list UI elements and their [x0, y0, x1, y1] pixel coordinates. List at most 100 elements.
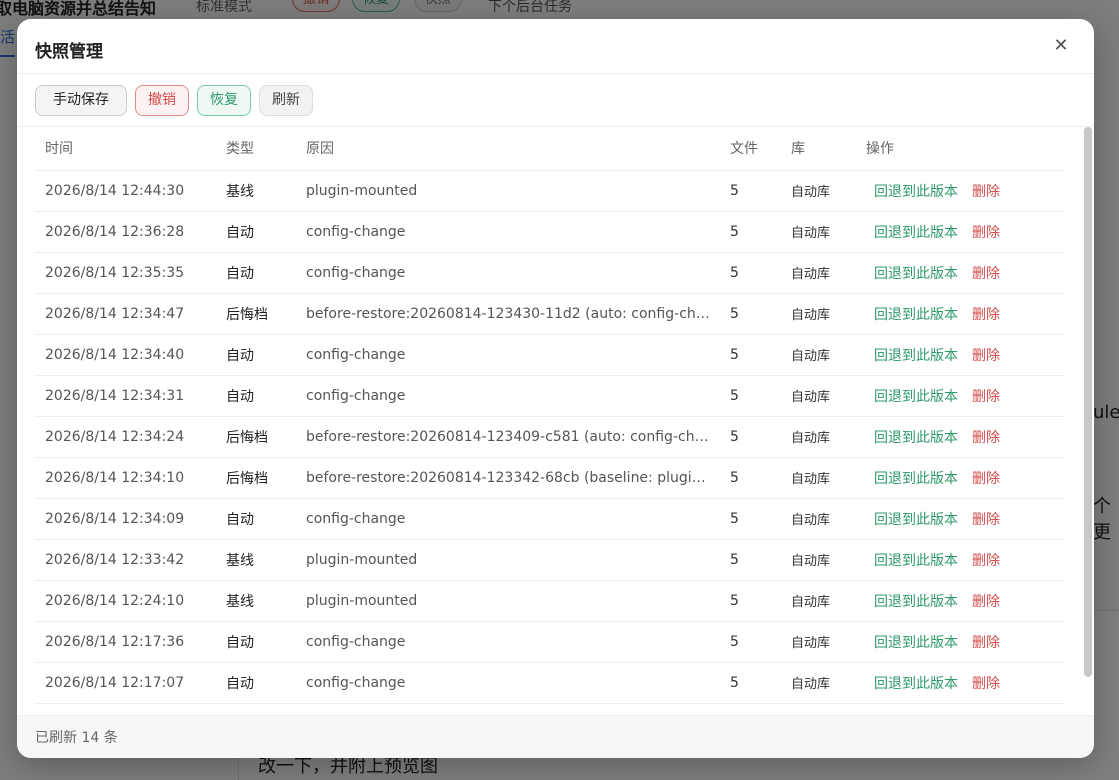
refresh-status: 已刷新 14 条 [35, 730, 118, 746]
cell-repo: 自动库 [781, 375, 856, 417]
cell-files: 5 [720, 252, 781, 294]
cell-files: 5 [720, 170, 781, 212]
restore-version-link[interactable]: 回退到此版本 [874, 389, 958, 405]
close-icon[interactable]: ✕ [1050, 35, 1072, 57]
undo-button[interactable]: 撤销 [135, 85, 189, 116]
cell-repo: 自动库 [781, 662, 856, 704]
delete-link[interactable]: 删除 [972, 512, 1000, 528]
cell-actions: 回退到此版本 删除 [856, 662, 1064, 704]
dialog-toolbar: 手动保存 撤销 恢复 刷新 [17, 74, 1094, 127]
restore-version-link[interactable]: 回退到此版本 [874, 471, 958, 487]
table-row: 2026/8/14 12:17:07 自动 config-change 5 自动库 回退到… [35, 662, 1064, 704]
snapshot-table: 时间 类型 原因 文件 库 操作 2026/8/14 12:44:30 基线 plu… [35, 127, 1064, 704]
delete-link[interactable]: 删除 [972, 635, 1000, 651]
cell-time: 2026/8/14 12:24:10 [35, 580, 216, 622]
cell-repo: 自动库 [781, 252, 856, 294]
delete-link[interactable]: 删除 [972, 225, 1000, 241]
reason-text: before-restore:20260814-123342-68cb (bas… [306, 469, 710, 486]
cell-repo: 自动库 [781, 170, 856, 212]
cell-type: 自动 [216, 334, 296, 376]
restore-version-link[interactable]: 回退到此版本 [874, 266, 958, 282]
reason-text: config-change [306, 223, 406, 240]
cell-repo: 自动库 [781, 457, 856, 499]
restore-version-link[interactable]: 回退到此版本 [874, 676, 958, 692]
cell-repo: 自动库 [781, 621, 856, 663]
cell-repo: 自动库 [781, 293, 856, 335]
restore-version-link[interactable]: 回退到此版本 [874, 184, 958, 200]
delete-link[interactable]: 删除 [972, 348, 1000, 364]
restore-version-link[interactable]: 回退到此版本 [874, 553, 958, 569]
cell-files: 5 [720, 580, 781, 622]
cell-type: 自动 [216, 375, 296, 417]
cell-type: 后悔档 [216, 457, 296, 499]
restore-version-link[interactable]: 回退到此版本 [874, 225, 958, 241]
cell-repo: 自动库 [781, 580, 856, 622]
restore-version-link[interactable]: 回退到此版本 [874, 594, 958, 610]
dialog-header: 快照管理 ✕ [17, 19, 1094, 74]
cell-time: 2026/8/14 12:34:24 [35, 416, 216, 458]
restore-version-link[interactable]: 回退到此版本 [874, 430, 958, 446]
restore-version-link[interactable]: 回退到此版本 [874, 348, 958, 364]
delete-link[interactable]: 删除 [972, 594, 1000, 610]
delete-link[interactable]: 删除 [972, 471, 1000, 487]
refresh-button[interactable]: 刷新 [259, 85, 313, 116]
table-header-row: 时间 类型 原因 文件 库 操作 [35, 127, 1064, 171]
cell-type: 自动 [216, 662, 296, 704]
column-header-actions: 操作 [856, 127, 1064, 171]
cell-repo: 自动库 [781, 416, 856, 458]
reason-text: plugin-mounted [306, 182, 418, 199]
restore-version-link[interactable]: 回退到此版本 [874, 307, 958, 323]
cell-actions: 回退到此版本 删除 [856, 539, 1064, 581]
cell-files: 5 [720, 334, 781, 376]
cell-type: 自动 [216, 252, 296, 294]
restore-version-link[interactable]: 回退到此版本 [874, 512, 958, 528]
delete-link[interactable]: 删除 [972, 307, 1000, 323]
cell-actions: 回退到此版本 删除 [856, 498, 1064, 540]
table-row: 2026/8/14 12:17:36 自动 config-change 5 自动库 回退到… [35, 621, 1064, 663]
cell-time: 2026/8/14 12:34:09 [35, 498, 216, 540]
cell-reason: config-change [296, 621, 720, 663]
table-row: 2026/8/14 12:36:28 自动 config-change 5 自动库 回退到… [35, 211, 1064, 253]
table-row: 2026/8/14 12:24:10 基线 plugin-mounted 5 自动库 回退… [35, 580, 1064, 622]
delete-link[interactable]: 删除 [972, 184, 1000, 200]
reason-text: before-restore:20260814-123409-c581 (aut… [306, 428, 710, 445]
cell-time: 2026/8/14 12:34:47 [35, 293, 216, 335]
cell-actions: 回退到此版本 删除 [856, 375, 1064, 417]
cell-reason: plugin-mounted [296, 539, 720, 581]
reason-text: config-change [306, 633, 406, 650]
cell-repo: 自动库 [781, 334, 856, 376]
cell-type: 后悔档 [216, 416, 296, 458]
delete-link[interactable]: 删除 [972, 676, 1000, 692]
delete-link[interactable]: 删除 [972, 430, 1000, 446]
column-header-files: 文件 [720, 127, 781, 171]
reason-text: plugin-mounted [306, 551, 418, 568]
reason-text: before-restore:20260814-123430-11d2 (aut… [306, 305, 710, 322]
snapshot-table-container[interactable]: 时间 类型 原因 文件 库 操作 2026/8/14 12:44:30 基线 plu… [35, 127, 1071, 707]
table-row: 2026/8/14 12:34:24 后悔档 before-restore:2026… [35, 416, 1064, 458]
cell-files: 5 [720, 293, 781, 335]
cell-time: 2026/8/14 12:34:10 [35, 457, 216, 499]
cell-type: 基线 [216, 580, 296, 622]
delete-link[interactable]: 删除 [972, 266, 1000, 282]
cell-reason: config-change [296, 662, 720, 704]
cell-type: 后悔档 [216, 293, 296, 335]
cell-files: 5 [720, 498, 781, 540]
column-header-repo: 库 [781, 127, 856, 171]
reason-text: plugin-mounted [306, 592, 418, 609]
table-row: 2026/8/14 12:33:42 基线 plugin-mounted 5 自动库 回退… [35, 539, 1064, 581]
cell-actions: 回退到此版本 删除 [856, 580, 1064, 622]
manual-save-button[interactable]: 手动保存 [35, 85, 127, 116]
delete-link[interactable]: 删除 [972, 389, 1000, 405]
cell-reason: before-restore:20260814-123409-c581 (aut… [296, 416, 720, 458]
column-header-type: 类型 [216, 127, 296, 171]
restore-version-link[interactable]: 回退到此版本 [874, 635, 958, 651]
cell-type: 基线 [216, 539, 296, 581]
delete-link[interactable]: 删除 [972, 553, 1000, 569]
table-scrollbar[interactable] [1084, 127, 1092, 677]
cell-time: 2026/8/14 12:17:07 [35, 662, 216, 704]
reason-text: config-change [306, 346, 406, 363]
redo-button[interactable]: 恢复 [197, 85, 251, 116]
cell-actions: 回退到此版本 删除 [856, 252, 1064, 294]
dialog-footer: 已刷新 14 条 [17, 715, 1094, 758]
table-row: 2026/8/14 12:34:47 后悔档 before-restore:2026… [35, 293, 1064, 335]
